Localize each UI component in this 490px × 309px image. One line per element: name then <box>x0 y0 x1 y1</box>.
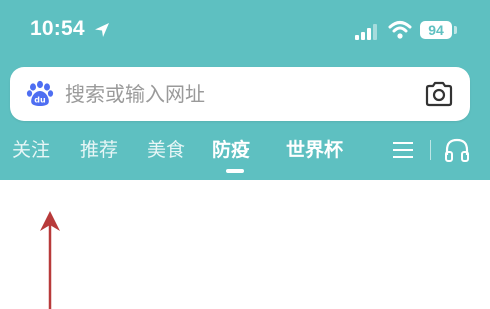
battery-level: 94 <box>428 22 444 38</box>
svg-text:du: du <box>34 96 46 105</box>
baidu-paw-icon: du <box>26 80 54 106</box>
battery-icon: 94 <box>420 21 452 39</box>
tab-divider <box>430 140 431 160</box>
tab-meishi[interactable]: 美食 <box>147 136 185 164</box>
battery-cap <box>454 26 457 34</box>
annotation-arrow <box>40 211 60 309</box>
headphones-icon[interactable] <box>444 138 470 162</box>
search-bar[interactable]: du 搜索或输入网址 <box>10 67 470 121</box>
active-tab-indicator <box>226 169 244 173</box>
status-time: 10:54 <box>30 17 85 40</box>
channel-tabs: 关注 推荐 美食 防疫 世界杯 <box>0 136 490 176</box>
tab-shijiebei[interactable]: 世界杯 <box>286 136 343 164</box>
camera-icon[interactable] <box>424 80 454 108</box>
signal-bars-icon <box>355 24 377 40</box>
tab-tuijian[interactable]: 推荐 <box>80 136 118 164</box>
menu-icon[interactable] <box>393 141 413 159</box>
search-input[interactable]: 搜索或输入网址 <box>65 82 205 106</box>
tab-guanzhu[interactable]: 关注 <box>12 136 50 164</box>
tab-fangyi[interactable]: 防疫 <box>212 136 250 164</box>
wifi-icon <box>388 21 412 39</box>
location-arrow-icon <box>95 23 109 37</box>
